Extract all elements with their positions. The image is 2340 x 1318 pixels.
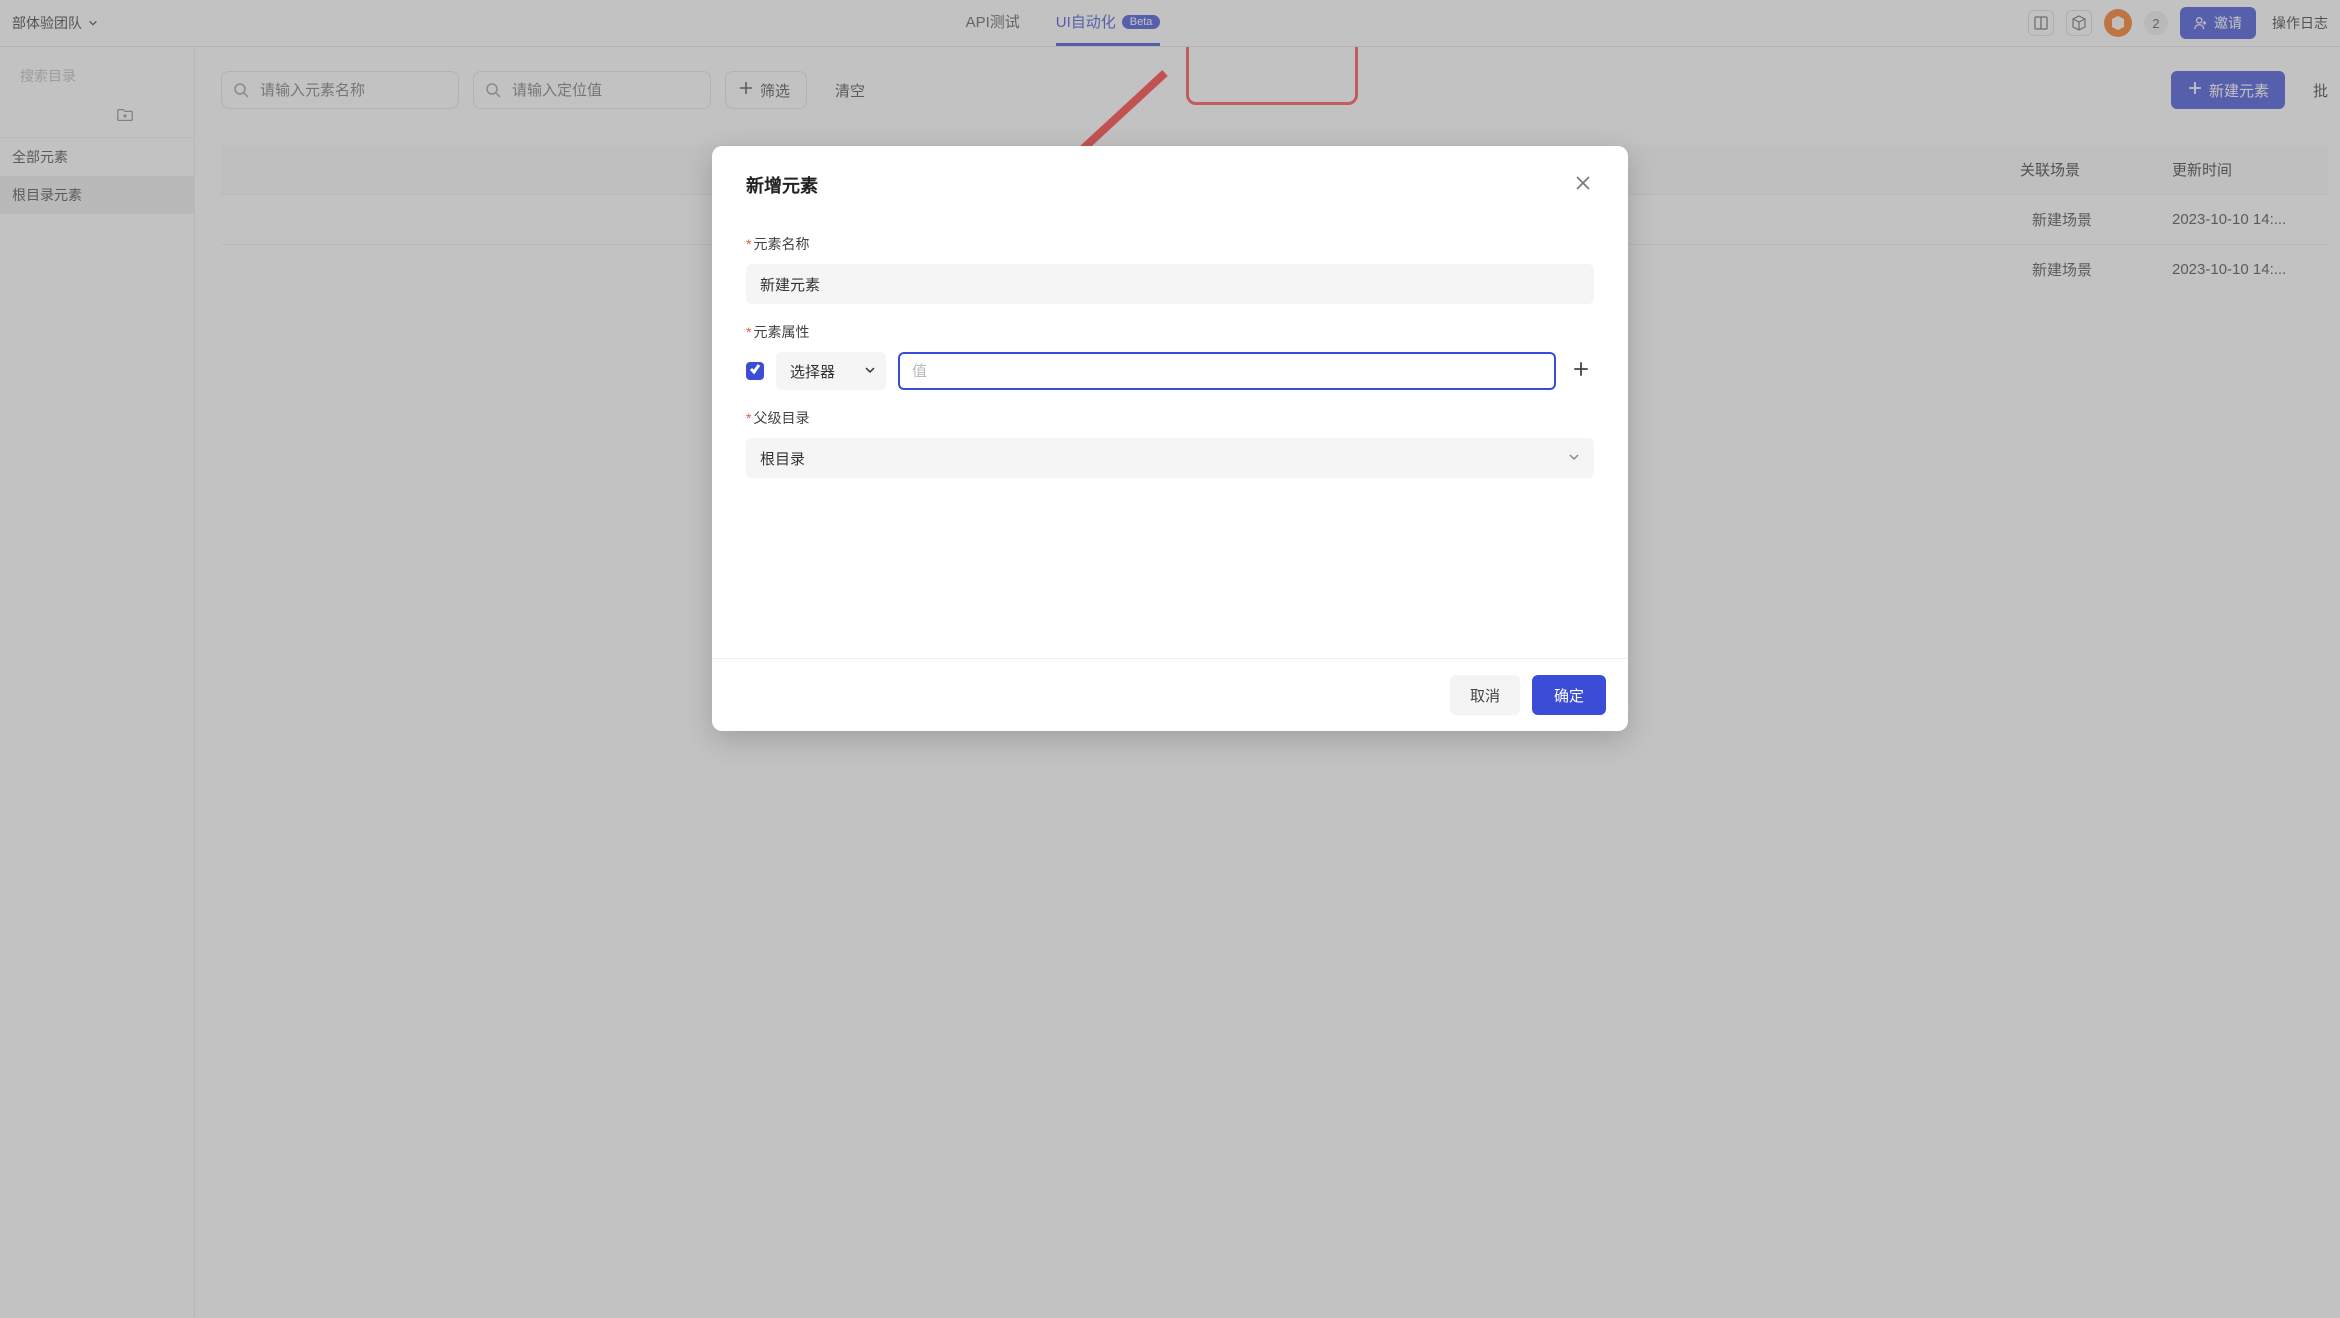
- modal-title: 新增元素: [746, 172, 818, 198]
- ok-button[interactable]: 确定: [1532, 675, 1606, 715]
- plus-icon: [1572, 360, 1590, 383]
- selector-type-dropdown[interactable]: 选择器: [776, 352, 886, 390]
- ok-label: 确定: [1554, 688, 1584, 705]
- create-element-modal: 新增元素 *元素名称 *元素属性: [712, 146, 1628, 731]
- check-icon: [749, 362, 761, 380]
- selector-value-input[interactable]: [898, 352, 1556, 390]
- cancel-label: 取消: [1470, 688, 1500, 705]
- required-star: *: [746, 324, 751, 340]
- chevron-down-icon: [1568, 450, 1580, 467]
- required-star: *: [746, 236, 751, 252]
- modal-overlay[interactable]: 新增元素 *元素名称 *元素属性: [0, 0, 2340, 1318]
- modal-body: *元素名称 *元素属性 选择器: [712, 208, 1628, 498]
- modal-close-button[interactable]: [1572, 174, 1594, 196]
- selector-type-label: 选择器: [790, 361, 835, 382]
- parent-dir-dropdown[interactable]: 根目录: [746, 438, 1594, 478]
- name-label: *元素名称: [746, 234, 1594, 254]
- modal-header: 新增元素: [712, 146, 1628, 208]
- attr-row: 选择器: [746, 352, 1594, 390]
- modal-footer: 取消 确定: [712, 658, 1628, 731]
- parent-dir-value: 根目录: [760, 448, 805, 469]
- close-icon: [1576, 176, 1590, 195]
- parent-label: *父级目录: [746, 408, 1594, 428]
- required-star: *: [746, 410, 751, 426]
- chevron-down-icon: [864, 363, 876, 380]
- cancel-button[interactable]: 取消: [1450, 675, 1520, 715]
- attr-checkbox[interactable]: [746, 362, 764, 380]
- attr-label: *元素属性: [746, 322, 1594, 342]
- add-attr-button[interactable]: [1568, 358, 1594, 384]
- element-name-input[interactable]: [746, 264, 1594, 304]
